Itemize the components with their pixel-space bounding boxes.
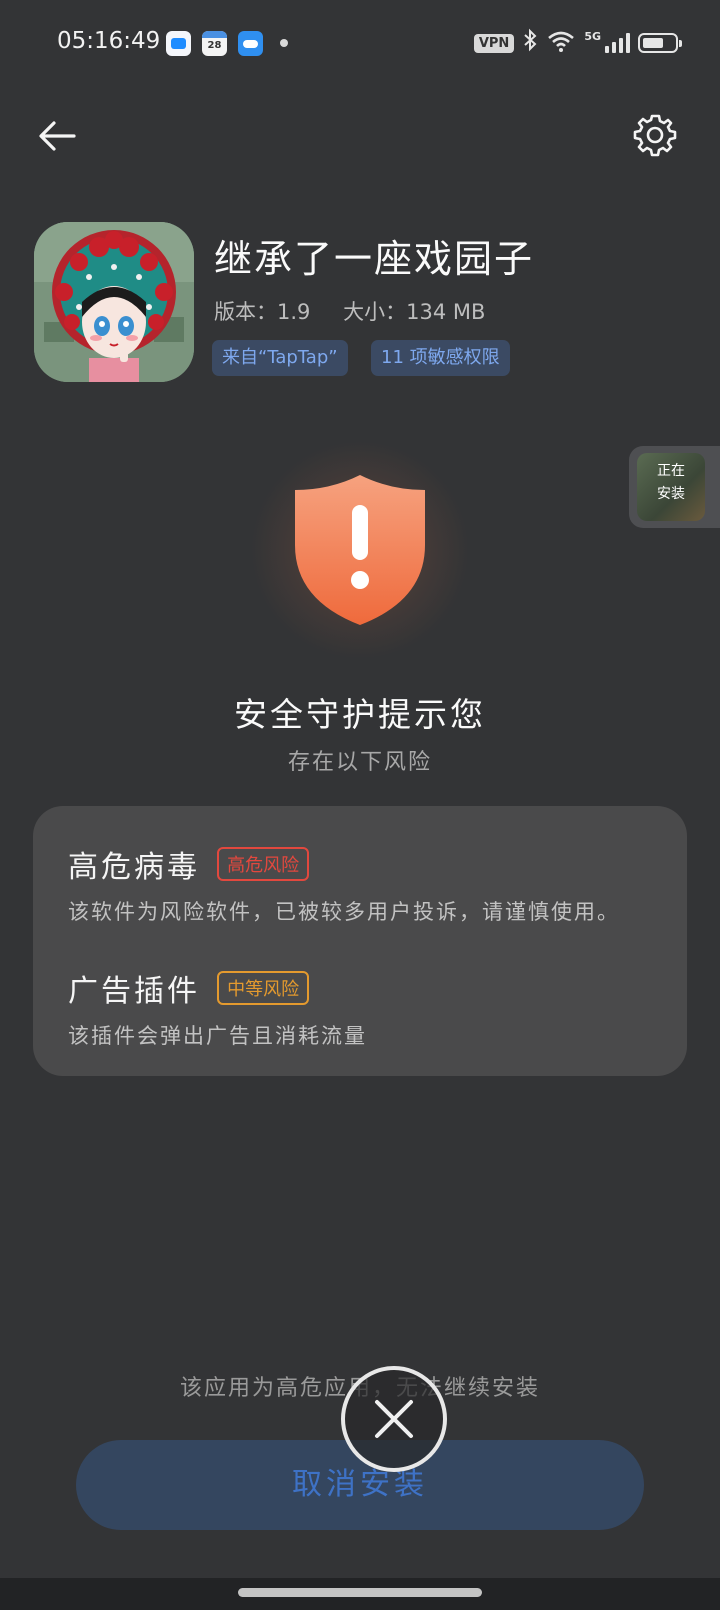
app-size: 大小：134 MB	[343, 300, 486, 324]
app-title: 继承了一座戏园子	[214, 237, 535, 281]
risk-item: 广告插件 中等风险 该插件会弹出广告且消耗流量	[68, 966, 367, 1050]
security-title: 安全守护提示您	[234, 695, 486, 734]
bluetooth-icon	[522, 28, 538, 59]
home-indicator[interactable]	[238, 1588, 482, 1597]
installing-floating-bubble[interactable]: 正在 安装	[629, 446, 720, 528]
wifi-icon	[546, 30, 576, 56]
vpn-badge: VPN	[473, 33, 515, 53]
settings-button[interactable]	[632, 112, 678, 158]
source-tag[interactable]: 来自“TapTap”	[212, 340, 348, 376]
network-type-label: 5G	[584, 30, 601, 43]
risk-card: 高危病毒 高危风险 该软件为风险软件，已被较多用户投诉，请谨慎使用。 广告插件 …	[33, 806, 687, 1076]
status-bar: 05:16:49 28 VPN 5G	[0, 0, 720, 86]
risk-description: 该软件为风险软件，已被较多用户投诉，请谨慎使用。	[68, 900, 620, 924]
back-button[interactable]	[36, 114, 80, 158]
more-notifications-dot	[280, 39, 288, 47]
risk-item: 高危病毒 高危风险 该软件为风险软件，已被较多用户投诉，请谨慎使用。	[68, 842, 620, 926]
app-icon	[34, 222, 194, 382]
risk-description: 该插件会弹出广告且消耗流量	[68, 1024, 367, 1048]
security-subtitle: 存在以下风险	[287, 750, 432, 775]
warning-shield-icon	[290, 470, 430, 630]
battery-icon	[638, 33, 682, 53]
arrow-left-icon	[39, 121, 76, 151]
risk-name: 高危病毒	[68, 850, 200, 885]
calendar-icon: 28	[202, 31, 227, 56]
app-version: 版本：1.9	[214, 300, 311, 324]
status-indicators: VPN 5G	[473, 28, 682, 59]
close-icon	[375, 1400, 413, 1438]
permissions-tag[interactable]: 11 项敏感权限	[371, 340, 510, 376]
risk-level-badge-high: 高危风险	[217, 847, 310, 881]
risk-level-badge-medium: 中等风险	[217, 971, 310, 1005]
close-overlay-button[interactable]	[341, 1366, 447, 1472]
messages-icon	[166, 31, 191, 56]
weather-icon	[238, 31, 263, 56]
risk-name: 广告插件	[68, 974, 200, 1009]
gear-icon	[633, 114, 677, 157]
signal-icon	[605, 33, 630, 53]
installing-label: 正在 安装	[657, 463, 685, 502]
app-meta: 版本：1.9 大小：134 MB	[214, 296, 511, 326]
status-time: 05:16:49	[57, 28, 161, 54]
